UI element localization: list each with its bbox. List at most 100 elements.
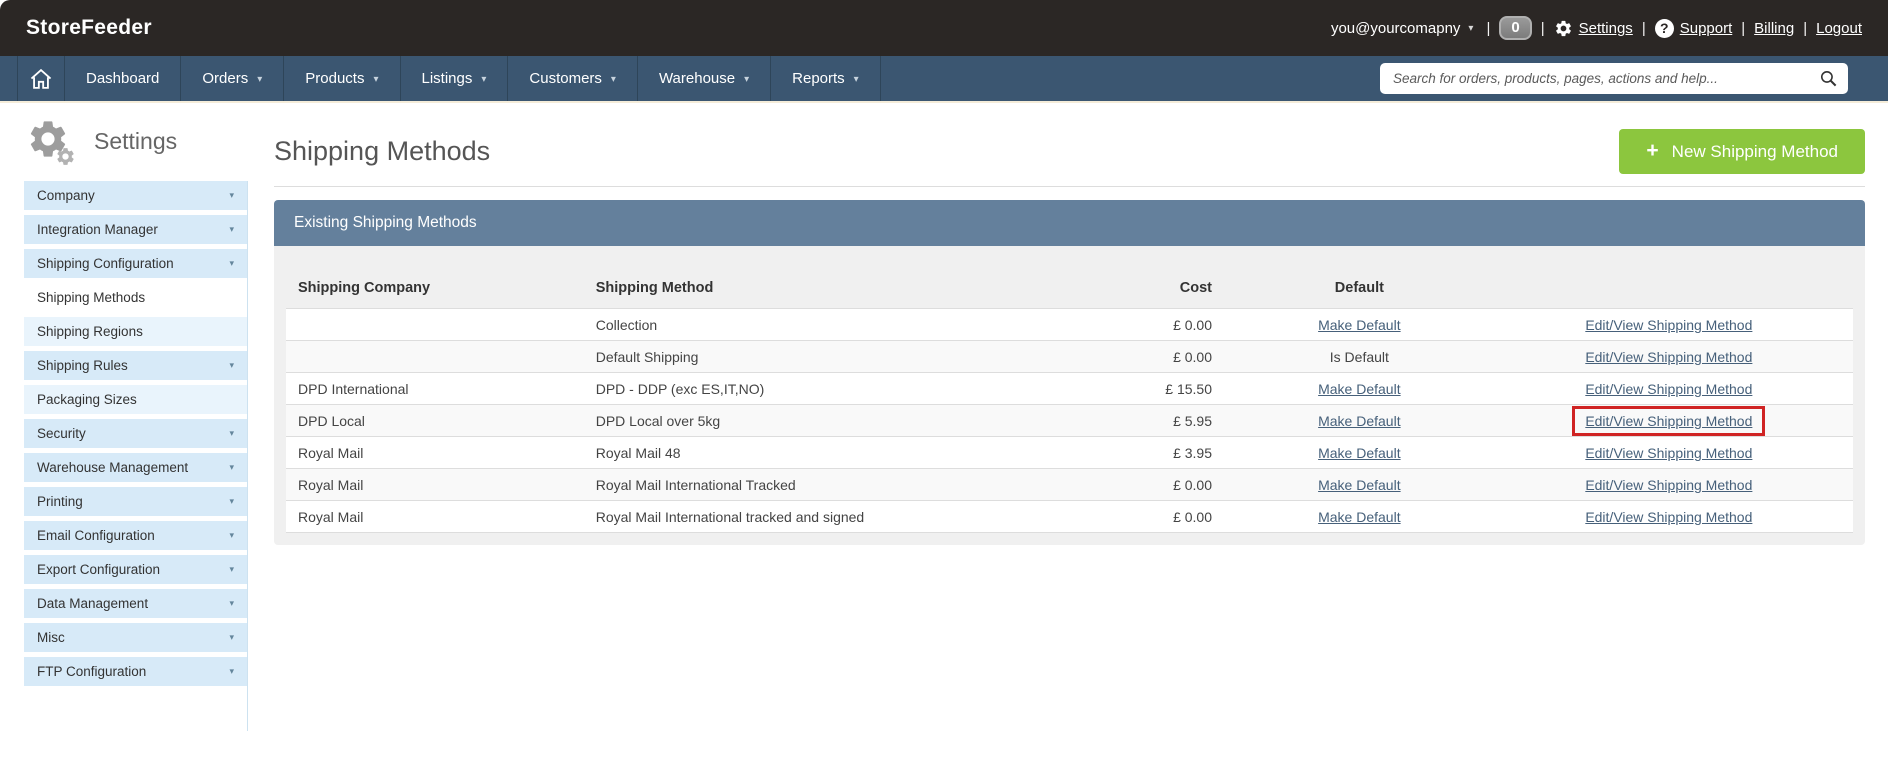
sidebar-item-data-management[interactable]: Data Management ▾ bbox=[24, 589, 247, 618]
shipping-methods-table: Shipping Company Shipping Method Cost De… bbox=[286, 258, 1853, 533]
page-title: Shipping Methods bbox=[274, 136, 491, 166]
edit-view-shipping-method-link[interactable]: Edit/View Shipping Method bbox=[1585, 349, 1752, 365]
sidebar-item-shipping-configuration[interactable]: Shipping Configuration ▾ bbox=[24, 249, 247, 278]
make-default-link[interactable]: Make Default bbox=[1318, 445, 1400, 461]
default-cell: Is Default bbox=[1234, 340, 1485, 373]
edit-view-shipping-method-link[interactable]: Edit/View Shipping Method bbox=[1585, 413, 1752, 429]
chevron-down-icon: ▾ bbox=[229, 462, 234, 472]
chevron-down-icon: ▾ bbox=[744, 74, 750, 85]
sidebar-item-packaging-sizes[interactable]: Packaging Sizes bbox=[24, 385, 247, 414]
user-menu[interactable]: you@yourcomapny ▾ bbox=[1331, 20, 1474, 37]
billing-link[interactable]: Billing bbox=[1754, 20, 1794, 37]
sidebar-item-integration-manager[interactable]: Integration Manager ▾ bbox=[24, 215, 247, 244]
sidebar-item-misc[interactable]: Misc ▾ bbox=[24, 623, 247, 652]
sidebar-item-label: Email Configuration bbox=[37, 528, 155, 543]
panel-header: Existing Shipping Methods bbox=[274, 200, 1865, 246]
table-row: Default Shipping £ 0.00 Is Default Edit/Vie… bbox=[286, 340, 1853, 373]
nav-item-label: Products bbox=[305, 70, 365, 87]
main-area: Shipping Methods + New Shipping Method E… bbox=[274, 115, 1865, 545]
settings-menu: Company ▾ Integration Manager ▾ Shipping Con… bbox=[24, 181, 248, 731]
column-header-shipping-method: Shipping Method bbox=[595, 280, 714, 296]
logout-link[interactable]: Logout bbox=[1816, 20, 1862, 37]
sidebar-item-email-configuration[interactable]: Email Configuration ▾ bbox=[24, 521, 247, 550]
sidebar-item-label: FTP Configuration bbox=[37, 664, 147, 679]
shipping-company-cell: Royal Mail bbox=[286, 436, 584, 469]
support-link[interactable]: Support bbox=[1680, 20, 1733, 37]
chevron-down-icon: ▾ bbox=[229, 530, 234, 540]
edit-view-shipping-method-link[interactable]: Edit/View Shipping Method bbox=[1585, 317, 1752, 333]
sidebar-item-label: Misc bbox=[37, 630, 65, 645]
nav-item-orders[interactable]: Orders ▾ bbox=[181, 56, 285, 101]
edit-view-shipping-method-link[interactable]: Edit/View Shipping Method bbox=[1585, 445, 1752, 461]
table-row: Royal Mail Royal Mail International Track… bbox=[286, 468, 1853, 501]
existing-shipping-methods-panel: Existing Shipping Methods Shipping Compa… bbox=[274, 200, 1865, 545]
sidebar-item-shipping-regions[interactable]: Shipping Regions bbox=[24, 317, 247, 346]
chevron-down-icon: ▾ bbox=[229, 496, 234, 506]
table-row: DPD Local DPD Local over 5kg £ 5.95 Make De… bbox=[286, 404, 1853, 437]
nav-item-reports[interactable]: Reports ▾ bbox=[771, 56, 881, 101]
sidebar-item-export-configuration[interactable]: Export Configuration ▾ bbox=[24, 555, 247, 584]
chevron-down-icon: ▾ bbox=[229, 428, 234, 438]
sidebar-item-company[interactable]: Company ▾ bbox=[24, 181, 247, 210]
sidebar-item-security[interactable]: Security ▾ bbox=[24, 419, 247, 448]
cost-cell: £ 0.00 bbox=[1077, 340, 1234, 373]
default-cell: Make Default bbox=[1234, 468, 1485, 501]
default-cell: Make Default bbox=[1234, 404, 1485, 437]
sidebar-item-warehouse-management[interactable]: Warehouse Management ▾ bbox=[24, 453, 247, 482]
shipping-company-cell: Royal Mail bbox=[286, 500, 584, 533]
table-header-row: Shipping Company Shipping Method Cost De… bbox=[286, 258, 1853, 309]
search-input[interactable] bbox=[1380, 63, 1848, 94]
make-default-link[interactable]: Make Default bbox=[1318, 509, 1400, 525]
separator: | bbox=[1803, 19, 1808, 37]
cost-cell: £ 15.50 bbox=[1077, 372, 1234, 405]
cost-cell: £ 5.95 bbox=[1077, 404, 1234, 437]
chevron-down-icon: ▾ bbox=[853, 74, 859, 85]
nav-item-label: Orders bbox=[202, 70, 249, 87]
search-icon[interactable] bbox=[1819, 69, 1838, 88]
table-row: Royal Mail Royal Mail International track… bbox=[286, 500, 1853, 533]
sidebar-item-printing[interactable]: Printing ▾ bbox=[24, 487, 247, 516]
chevron-down-icon: ▾ bbox=[373, 74, 379, 85]
make-default-link[interactable]: Make Default bbox=[1318, 413, 1400, 429]
edit-view-shipping-method-link[interactable]: Edit/View Shipping Method bbox=[1585, 509, 1752, 525]
nav-item-listings[interactable]: Listings ▾ bbox=[401, 56, 509, 101]
shipping-method-cell: Collection bbox=[583, 308, 1078, 341]
nav-item-products[interactable]: Products ▾ bbox=[284, 56, 401, 101]
topbar: StoreFeeder you@yourcomapny ▾ | 0 | Sett… bbox=[0, 0, 1888, 56]
home-button[interactable] bbox=[17, 56, 65, 101]
nav-item-customers[interactable]: Customers ▾ bbox=[508, 56, 638, 101]
nav-item-label: Dashboard bbox=[86, 70, 160, 87]
shipping-method-cell: Royal Mail 48 bbox=[583, 436, 1078, 469]
edit-view-shipping-method-link[interactable]: Edit/View Shipping Method bbox=[1585, 381, 1752, 397]
settings-link[interactable]: Settings bbox=[1579, 20, 1633, 37]
sidebar-item-label: Printing bbox=[37, 494, 83, 509]
default-cell: Make Default bbox=[1234, 436, 1485, 469]
table-row: Collection £ 0.00 Make Default Edit/View Sh… bbox=[286, 308, 1853, 341]
shipping-method-cell: DPD - DDP (exc ES,IT,NO) bbox=[583, 372, 1078, 405]
make-default-link[interactable]: Make Default bbox=[1318, 381, 1400, 397]
nav-item-label: Reports bbox=[792, 70, 845, 87]
sidebar-item-shipping-methods[interactable]: Shipping Methods bbox=[24, 283, 247, 312]
global-search bbox=[1380, 63, 1848, 94]
nav-item-warehouse[interactable]: Warehouse ▾ bbox=[638, 56, 772, 101]
cost-cell: £ 0.00 bbox=[1077, 308, 1234, 341]
sidebar-item-label: Security bbox=[37, 426, 86, 441]
nav-item-dashboard[interactable]: Dashboard bbox=[65, 56, 182, 101]
make-default-link[interactable]: Make Default bbox=[1318, 477, 1400, 493]
nav-item-label: Listings bbox=[421, 70, 473, 87]
notification-count-badge[interactable]: 0 bbox=[1499, 16, 1532, 40]
gear-icon bbox=[1555, 20, 1571, 36]
shipping-method-cell: DPD Local over 5kg bbox=[583, 404, 1078, 437]
sidebar-item-ftp-configuration[interactable]: FTP Configuration ▾ bbox=[24, 657, 247, 686]
sidebar-item-shipping-rules[interactable]: Shipping Rules ▾ bbox=[24, 351, 247, 380]
sidebar-item-label: Shipping Rules bbox=[37, 358, 128, 373]
edit-view-shipping-method-link[interactable]: Edit/View Shipping Method bbox=[1585, 477, 1752, 493]
make-default-link[interactable]: Make Default bbox=[1318, 317, 1400, 333]
shipping-company-cell: DPD International bbox=[286, 372, 584, 405]
app-logo[interactable]: StoreFeeder bbox=[26, 16, 152, 40]
settings-gear-icon bbox=[26, 117, 74, 165]
new-shipping-method-button[interactable]: + New Shipping Method bbox=[1619, 129, 1865, 174]
shipping-company-cell: Royal Mail bbox=[286, 468, 584, 501]
column-header-cost: Cost bbox=[1179, 280, 1212, 296]
highlight-box: Edit/View Shipping Method bbox=[1572, 405, 1766, 436]
